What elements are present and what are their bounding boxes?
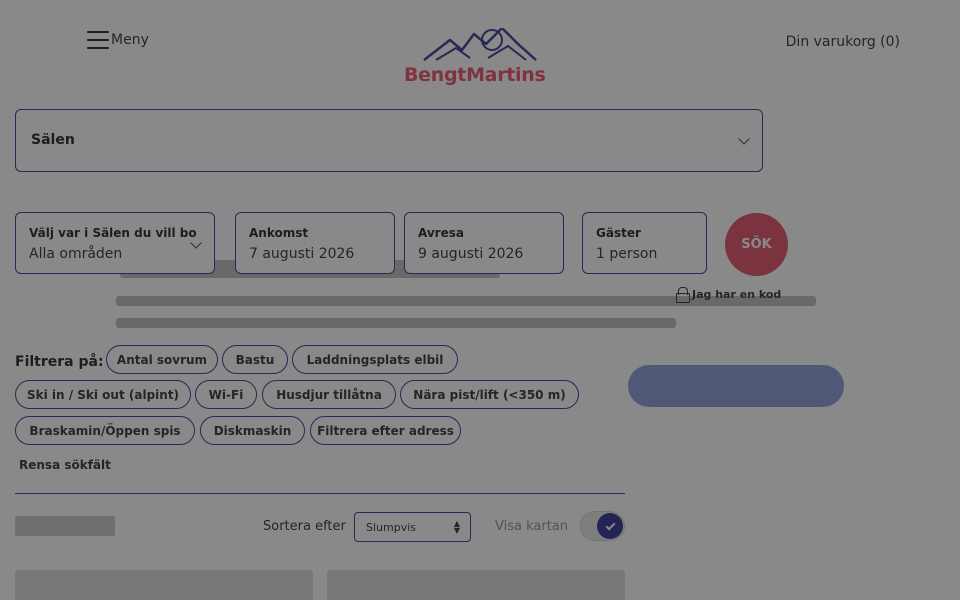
result-card[interactable] [327, 570, 625, 600]
area-select[interactable]: Välj var i Sälen du vill bo Alla områden [15, 212, 215, 274]
clear-search-link[interactable]: Rensa sökfält [19, 458, 111, 472]
destination-select[interactable]: Sälen [15, 109, 763, 172]
select-arrows-icon: ▲ ▼ [453, 519, 460, 535]
departure-value: 9 augusti 2026 [418, 246, 524, 262]
menu-label: Meny [111, 32, 149, 48]
promo-code-label: Jag har en kod [692, 287, 782, 301]
brand-name: BengtMartins [404, 64, 546, 86]
area-label: Välj var i Sälen du vill bo [29, 226, 197, 240]
result-card[interactable] [15, 570, 313, 600]
guests-value: 1 person [596, 246, 658, 262]
filter-chip-ev-charging[interactable]: Laddningsplats elbil [292, 345, 458, 374]
cart-link[interactable]: Din varukorg (0) [786, 34, 900, 50]
filter-chip-sauna[interactable]: Bastu [222, 345, 288, 374]
departure-label: Avresa [418, 226, 464, 240]
filter-chip-bedrooms[interactable]: Antal sovrum [106, 345, 218, 374]
page-chrome: Meny BengtMartins Din varukorg (0) Sälen… [0, 0, 960, 600]
sort-select[interactable]: Slumpvis ▲ ▼ [354, 512, 471, 542]
guests-label: Gäster [596, 226, 641, 240]
filter-heading: Filtrera på: [15, 354, 104, 370]
menu-button[interactable]: Meny [87, 31, 149, 49]
departure-date-field[interactable]: Avresa 9 augusti 2026 [404, 212, 564, 274]
filter-chip-ski-in-out[interactable]: Ski in / Ski out (alpint) [15, 380, 191, 409]
arrival-date-field[interactable]: Ankomst 7 augusti 2026 [235, 212, 395, 274]
guests-field[interactable]: Gäster 1 person [582, 212, 707, 274]
mountain-logo-icon [423, 28, 537, 61]
toggle-knob [597, 513, 623, 539]
filter-chip-pets[interactable]: Husdjur tillåtna [262, 380, 396, 409]
sort-label: Sortera efter [263, 519, 346, 534]
divider [15, 493, 625, 494]
destination-value: Sälen [31, 132, 75, 148]
map-toggle[interactable] [580, 511, 625, 541]
map-toggle-label: Visa kartan [495, 519, 569, 534]
area-value: Alla områden [29, 246, 123, 262]
sort-value: Slumpvis [366, 521, 417, 534]
result-count-placeholder [15, 516, 115, 536]
filter-chip-fireplace[interactable]: Braskamin/Öppen spis [15, 416, 195, 445]
filter-chip-dishwasher[interactable]: Diskmaskin [200, 416, 305, 445]
chevron-down-icon [738, 133, 750, 145]
filter-chip-near-slope[interactable]: Nära pist/lift (<350 m) [400, 380, 579, 409]
filter-chip-address[interactable]: Filtrera efter adress [310, 416, 461, 445]
arrival-label: Ankomst [249, 226, 309, 240]
check-icon [605, 520, 615, 530]
brand-logo[interactable]: BengtMartins [404, 28, 556, 90]
lock-icon [676, 287, 690, 303]
arrival-value: 7 augusti 2026 [249, 246, 355, 262]
booking-page: Meny BengtMartins Din varukorg (0) Sälen… [0, 0, 960, 600]
promo-code-link[interactable]: Jag har en kod [676, 287, 782, 303]
filter-chip-wifi[interactable]: Wi-Fi [195, 380, 257, 409]
search-button[interactable]: SÖK [725, 213, 788, 276]
hamburger-icon [87, 31, 109, 49]
